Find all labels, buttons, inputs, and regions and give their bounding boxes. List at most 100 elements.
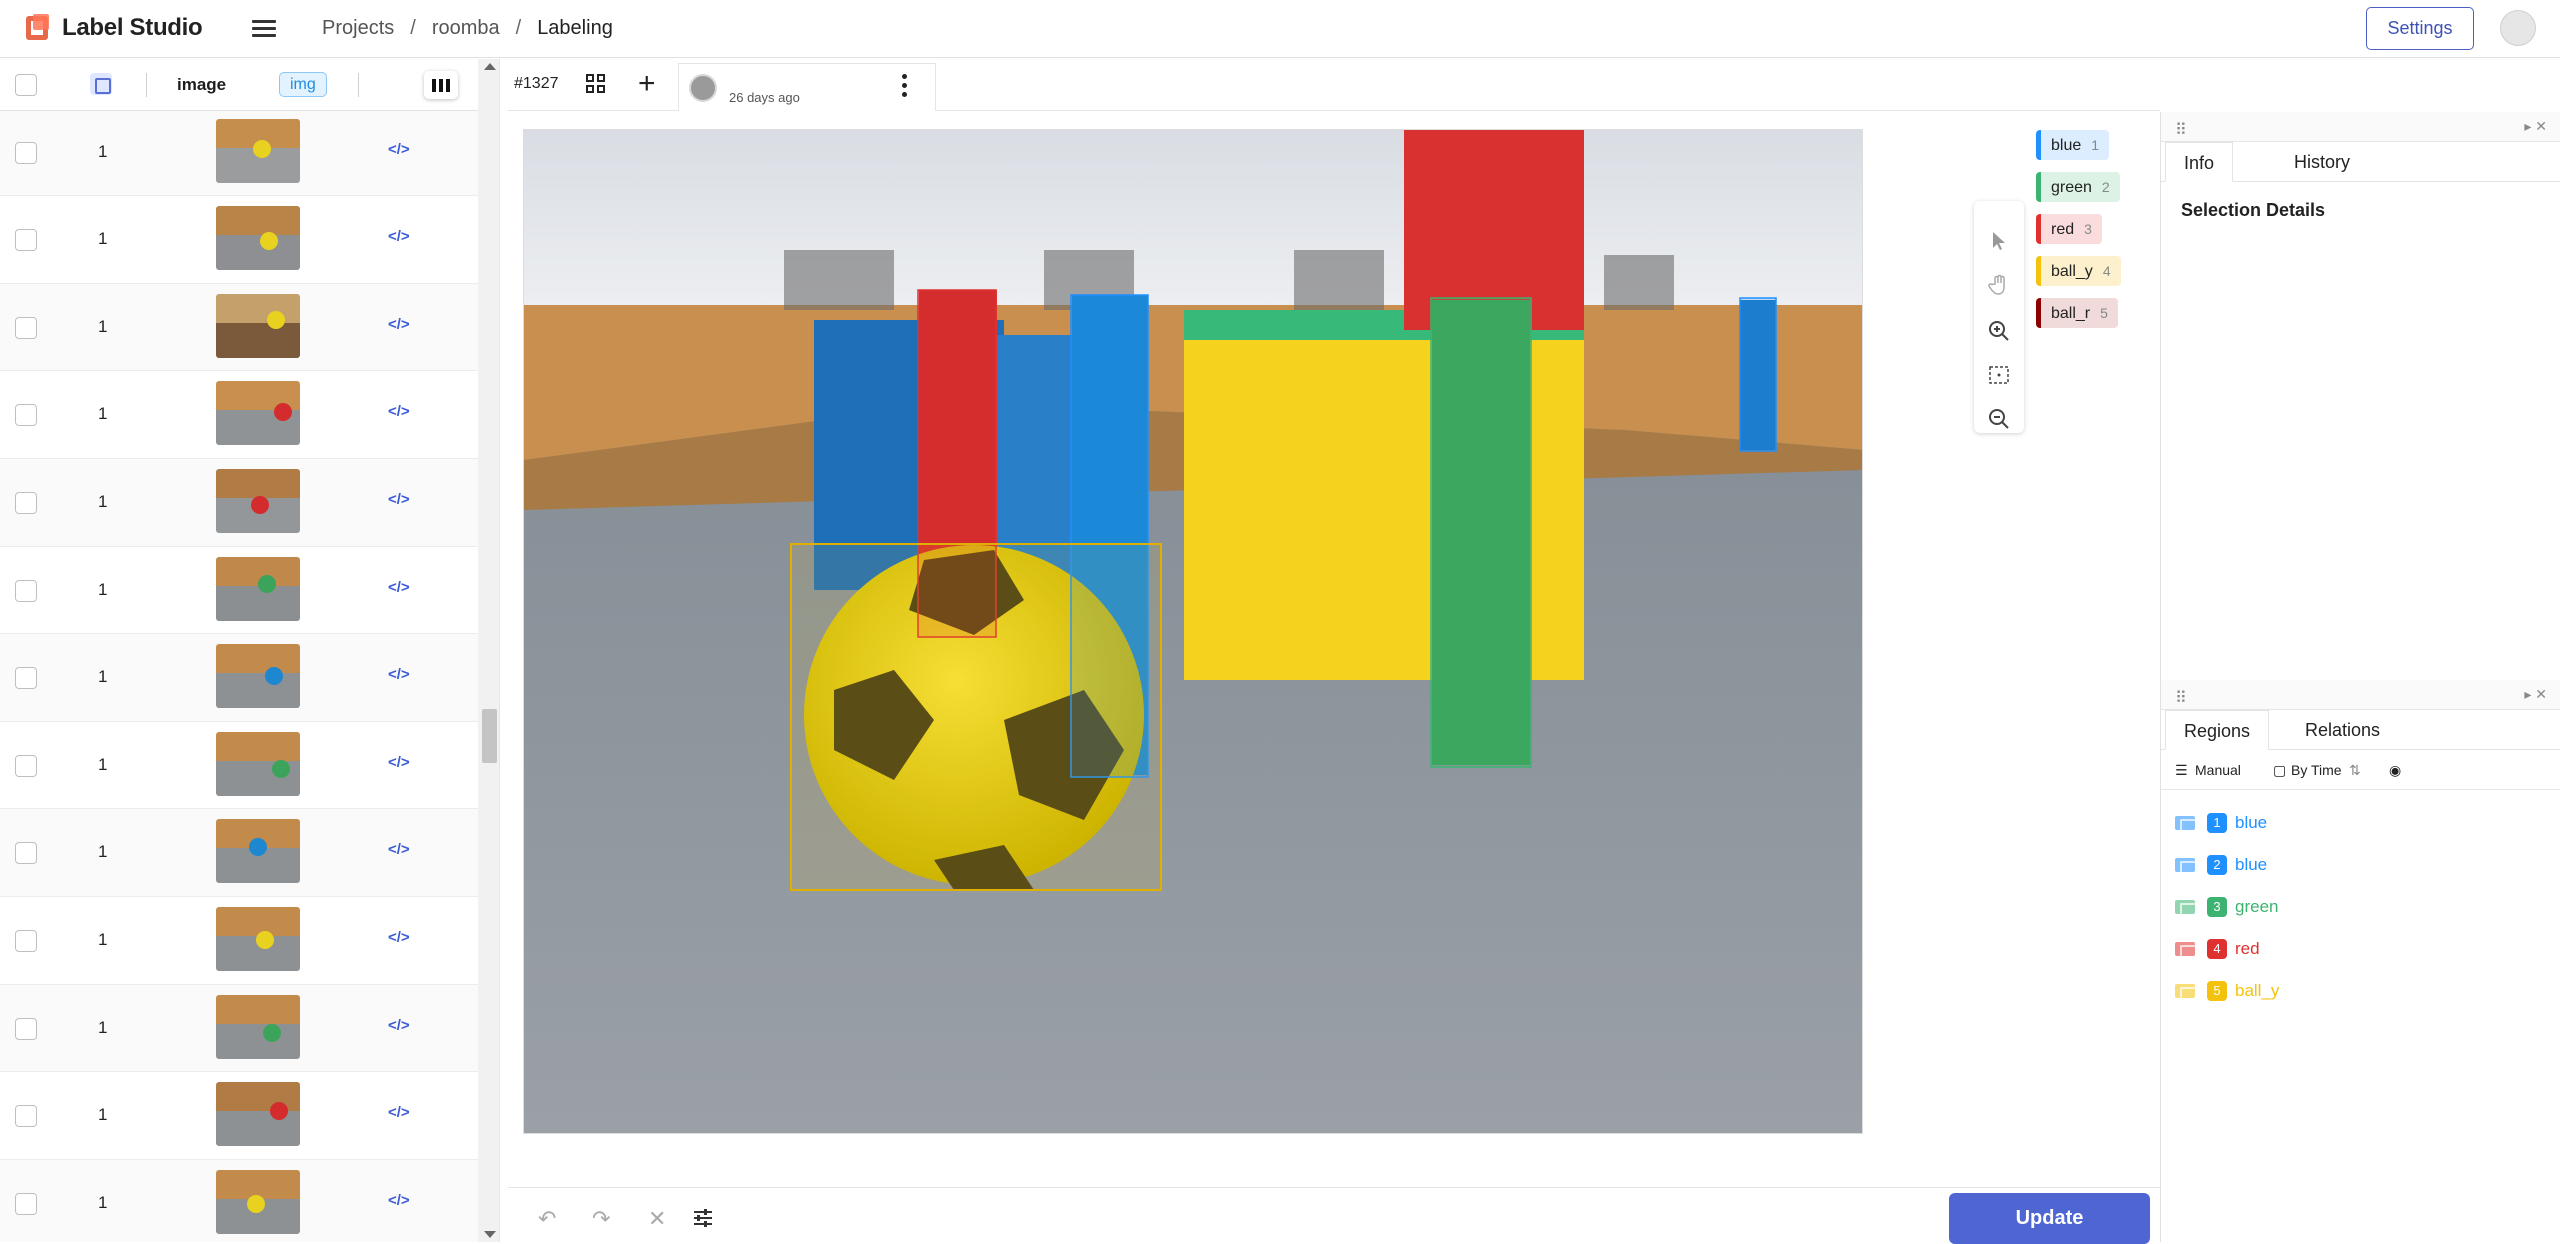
code-link-icon[interactable]: </>	[388, 1104, 410, 1121]
column-header-img[interactable]: img	[279, 72, 327, 97]
selection-details-title: Selection Details	[2181, 200, 2326, 220]
row-checkbox[interactable]	[15, 1105, 37, 1128]
table-row[interactable]: 1 </>	[0, 634, 478, 722]
code-link-icon[interactable]: </>	[388, 316, 410, 333]
label-blue[interactable]: blue 1	[2036, 130, 2110, 160]
table-row[interactable]: 1 </>	[0, 546, 478, 635]
sort-direction-icon[interactable]: ⇅	[2349, 762, 2361, 779]
table-row[interactable]: 1 </>	[0, 108, 478, 197]
tab-info[interactable]: Info	[2165, 142, 2234, 182]
row-checkbox[interactable]	[15, 929, 37, 952]
columns-toggle-icon[interactable]	[424, 71, 458, 99]
column-header-image[interactable]: image	[177, 75, 226, 95]
panel-controls-icon[interactable]: ▸ ✕	[2524, 118, 2547, 135]
app-logo[interactable]: Label Studio	[26, 14, 203, 42]
regions-panel-header[interactable]: ⠿ ▸ ✕	[2161, 680, 2560, 710]
table-row[interactable]: 1 </>	[0, 196, 478, 284]
info-panel-header[interactable]: ⠿ ▸ ✕	[2161, 112, 2560, 142]
settings-sliders-icon[interactable]	[692, 1207, 714, 1229]
row-checkbox[interactable]	[15, 1192, 37, 1215]
zoom-out-icon[interactable]	[1987, 407, 2011, 431]
region-item[interactable]: 3 green	[2161, 886, 2560, 928]
table-row[interactable]: 1 </>	[0, 1072, 478, 1160]
label-hotkey: 4	[2102, 263, 2111, 279]
select-all-checkbox[interactable]	[15, 74, 37, 96]
table-row[interactable]: 1 </>	[0, 809, 478, 897]
annotations-column-icon[interactable]	[90, 73, 112, 95]
code-link-icon[interactable]: </>	[388, 1017, 410, 1034]
manual-order-icon[interactable]: ☰	[2175, 762, 2188, 779]
row-checkbox[interactable]	[15, 754, 37, 777]
row-checkbox[interactable]	[15, 579, 37, 602]
row-checkbox[interactable]	[15, 491, 37, 514]
label-red[interactable]: red 3	[2036, 214, 2102, 244]
table-row[interactable]: 1 </>	[0, 371, 478, 459]
sort-by-time[interactable]: By Time	[2291, 762, 2342, 778]
table-row[interactable]: 1 </>	[0, 458, 478, 547]
settings-button[interactable]: Settings	[2366, 7, 2474, 50]
row-checkbox[interactable]	[15, 316, 37, 339]
reset-icon[interactable]: ✕	[648, 1206, 666, 1232]
region-item[interactable]: 1 blue	[2161, 802, 2560, 844]
tab-relations[interactable]: Relations	[2287, 710, 2398, 750]
code-link-icon[interactable]: </>	[388, 841, 410, 858]
sort-manual[interactable]: Manual	[2195, 762, 2241, 778]
table-row[interactable]: 1 </>	[0, 984, 478, 1073]
user-avatar[interactable]	[2500, 10, 2536, 46]
region-item[interactable]: 4 red	[2161, 928, 2560, 970]
code-link-icon[interactable]: </>	[388, 1192, 410, 1209]
breadcrumb-projects[interactable]: Projects	[322, 17, 394, 40]
pan-tool-icon[interactable]	[1987, 273, 2011, 297]
scroll-up-arrow-icon[interactable]	[484, 63, 496, 70]
table-row[interactable]: 1 </>	[0, 1159, 478, 1242]
tab-history[interactable]: History	[2276, 142, 2368, 182]
row-checkbox[interactable]	[15, 842, 37, 865]
tool-palette	[1974, 201, 2024, 433]
code-link-icon[interactable]: </>	[388, 141, 410, 158]
region-item[interactable]: 5 ball_y	[2161, 970, 2560, 1012]
hamburger-menu-icon[interactable]	[252, 17, 276, 39]
select-tool-icon[interactable]	[1987, 229, 2011, 253]
row-checkbox[interactable]	[15, 141, 37, 164]
row-checkbox[interactable]	[15, 229, 37, 252]
add-annotation-icon[interactable]: +	[638, 69, 656, 99]
code-link-icon[interactable]: </>	[388, 403, 410, 420]
scroll-down-arrow-icon[interactable]	[484, 1231, 496, 1238]
panel-controls-icon[interactable]: ▸ ✕	[2524, 686, 2547, 703]
drag-handle-icon[interactable]: ⠿	[2175, 120, 2187, 140]
tab-regions[interactable]: Regions	[2165, 710, 2270, 750]
table-row[interactable]: 1 </>	[0, 283, 478, 372]
table-row[interactable]: 1 </>	[0, 721, 478, 810]
image-canvas[interactable]	[523, 129, 1863, 1134]
region-item[interactable]: 2 blue	[2161, 844, 2560, 886]
redo-icon[interactable]: ↷	[592, 1206, 610, 1232]
code-link-icon[interactable]: </>	[388, 491, 410, 508]
code-link-icon[interactable]: </>	[388, 666, 410, 683]
zoom-to-fit-icon[interactable]	[1987, 363, 2011, 387]
label-green[interactable]: green 2	[2036, 172, 2120, 202]
visibility-icon[interactable]: ◉	[2389, 762, 2401, 779]
code-link-icon[interactable]: </>	[388, 228, 410, 245]
label-ball_y[interactable]: ball_y 4	[2036, 256, 2121, 286]
annotation-count: 1	[98, 141, 108, 161]
code-link-icon[interactable]: </>	[388, 929, 410, 946]
table-row[interactable]: 1 </>	[0, 896, 478, 985]
calendar-icon: ▢	[2273, 762, 2287, 778]
grid-view-icon[interactable]	[586, 74, 606, 94]
drag-handle-icon[interactable]: ⠿	[2175, 688, 2187, 708]
row-checkbox[interactable]	[15, 1017, 37, 1040]
label-ball_r[interactable]: ball_r 5	[2036, 298, 2118, 328]
code-link-icon[interactable]: </>	[388, 579, 410, 596]
labeled-image[interactable]	[524, 130, 1863, 1134]
zoom-in-icon[interactable]	[1987, 319, 2011, 343]
breadcrumb-project[interactable]: roomba	[432, 17, 500, 40]
more-options-icon[interactable]	[899, 70, 909, 100]
code-link-icon[interactable]: </>	[388, 754, 410, 771]
update-button[interactable]: Update	[1949, 1193, 2150, 1244]
undo-icon[interactable]: ↶	[538, 1206, 556, 1232]
row-checkbox[interactable]	[15, 667, 37, 690]
row-checkbox[interactable]	[15, 404, 37, 427]
annotation-tab[interactable]: 26 days ago	[678, 63, 936, 111]
task-list-scrollbar[interactable]	[478, 59, 499, 1242]
scrollbar-thumb[interactable]	[482, 709, 497, 763]
